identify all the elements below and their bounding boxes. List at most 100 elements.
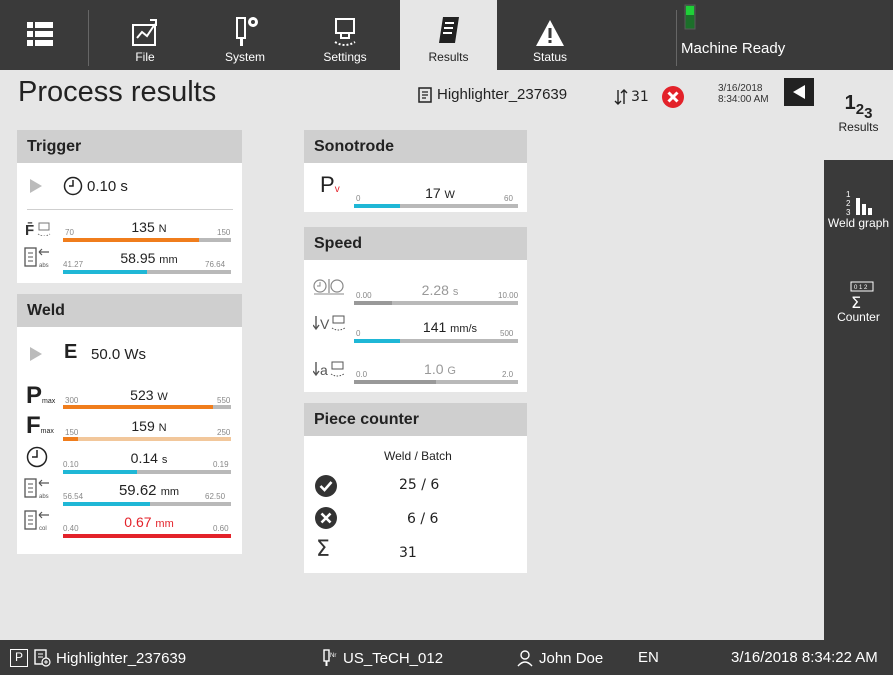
up-down-arrows-icon <box>614 89 628 105</box>
weld-card: Weld E 50.0 Ws Pmax 300 550 523 W Fmax 1… <box>17 294 242 554</box>
weld-col-unit: mm <box>155 518 174 530</box>
play-icon <box>30 179 42 193</box>
machine-status-area <box>678 0 824 70</box>
counter-ok-value: 25 / 6 <box>399 477 440 493</box>
speed-v-fill <box>354 339 400 343</box>
sidebar-item-weld-graph[interactable]: 123 Weld graph <box>824 188 893 258</box>
nav-separator <box>88 10 89 66</box>
velocity-icon: V <box>313 315 346 332</box>
sidebar-item-counter[interactable]: 0 1 2 Σ Counter <box>824 280 893 350</box>
footer-station: Nr US_TeCH_012 <box>320 649 443 667</box>
main-menu-button[interactable] <box>0 0 80 70</box>
results-icon <box>438 17 459 43</box>
clock-icon <box>26 446 48 468</box>
weld-pmax-number: 523 <box>130 387 154 403</box>
svg-text:Σ: Σ <box>851 293 861 310</box>
sidebar-results-label: Results <box>838 120 879 134</box>
footer-language[interactable]: EN <box>638 649 659 666</box>
sonotrode-card: Sonotrode Pv 0 60 17 W <box>304 130 527 212</box>
sidebar-counter-label: Counter <box>837 310 880 324</box>
result-date: 3/16/2018 <box>718 83 763 94</box>
tab-settings[interactable]: Settings <box>300 0 390 70</box>
speed-title: Speed <box>304 227 527 260</box>
sum-icon: Σ <box>316 537 330 562</box>
warning-icon <box>536 20 564 46</box>
tab-settings-label: Settings <box>323 50 367 64</box>
weld-fmax-fill <box>63 437 79 441</box>
power-v-letter: P <box>320 172 335 197</box>
weld-col-number: 0.67 <box>124 514 152 530</box>
speed-t-fill <box>354 301 392 305</box>
play-icon <box>30 347 42 361</box>
nav-separator <box>676 10 677 66</box>
distance-abs-icon: abs <box>24 478 49 500</box>
trigger-abs-number: 58.95 <box>120 250 156 266</box>
tab-status-label: Status <box>532 50 568 64</box>
previous-result-button[interactable] <box>784 78 814 106</box>
weld-time-value: 0.14 s <box>89 450 209 466</box>
weld-fmax-min: 150 <box>65 428 79 437</box>
weld-pmax-unit: W <box>157 391 168 403</box>
sidebar-item-results[interactable]: 123 Results <box>824 70 893 160</box>
trigger-abs-fill <box>63 270 147 274</box>
cycle-count: 31 <box>614 86 684 108</box>
weld-time-max: 0.19 <box>213 460 229 469</box>
counter-column-header: Weld / Batch <box>384 449 452 463</box>
weld-abs-value: 59.62 mm <box>89 482 209 499</box>
svg-text:col: col <box>39 526 47 532</box>
speed-v-value: 141 mm/s <box>390 319 510 335</box>
clock-icon <box>63 176 83 196</box>
speed-v-bar <box>354 339 518 343</box>
sonotrode-pv-max: 60 <box>504 194 513 203</box>
trigger-title: Trigger <box>17 130 242 163</box>
distance-col-icon: col <box>24 510 49 532</box>
svg-text:0 1 2: 0 1 2 <box>854 285 868 291</box>
document-icon <box>418 86 432 103</box>
weld-fmax-number: 159 <box>131 418 155 434</box>
weld-time-unit: s <box>161 454 168 466</box>
right-sidebar: 123 Results 123 Weld graph 0 1 2 Σ Counte… <box>824 70 893 640</box>
tab-results[interactable]: Results <box>400 0 497 70</box>
footer-user[interactable]: John Doe <box>516 649 603 667</box>
weld-fmax-value: 159 N <box>89 418 209 434</box>
weld-abs-fill <box>63 502 151 506</box>
weld-fmax-max: 250 <box>217 428 231 437</box>
tab-system-label: System <box>224 50 265 64</box>
piece-counter-card: Piece counter Weld / Batch 25 / 6 6 / 6 … <box>304 403 527 573</box>
tab-file[interactable]: File <box>100 0 190 70</box>
speed-t-value: 2.28 s <box>380 282 500 298</box>
speed-a-max: 2.0 <box>502 370 514 379</box>
speed-a-fill <box>354 380 436 384</box>
tab-system[interactable]: System <box>200 0 290 70</box>
sonotrode-pv-unit: W <box>444 189 455 201</box>
svg-text:abs: abs <box>39 494 49 500</box>
weld-energy-value: 50.0 Ws <box>91 346 147 363</box>
speed-t-max: 10.00 <box>498 291 519 300</box>
speed-a-unit: G <box>447 365 456 377</box>
weld-pmax-bar <box>63 405 231 409</box>
weld-fmax-bar <box>63 437 231 441</box>
footer-program-name: Highlighter_237639 <box>56 649 187 667</box>
svg-text:V: V <box>320 316 330 332</box>
page-title: Process results <box>18 76 217 108</box>
result-timestamp: 3/16/2018 8:34:00 AM <box>718 83 769 105</box>
speed-t-unit: s <box>452 286 459 298</box>
result-time: 8:34:00 AM <box>718 94 769 105</box>
status-light-icon <box>684 4 696 30</box>
weld-title: Weld <box>17 294 242 327</box>
cycle-count-text: 31 <box>631 89 649 105</box>
footer-program[interactable]: P Highlighter_237639 <box>10 649 186 667</box>
fmax-icon: Fmax <box>26 412 54 439</box>
svg-text:abs: abs <box>39 263 49 269</box>
trigger-abs-min: 41.27 <box>63 260 84 269</box>
file-icon <box>132 19 157 46</box>
speed-a-bar <box>354 380 518 384</box>
svg-text:a: a <box>320 362 328 378</box>
tab-status[interactable]: Status <box>505 0 595 70</box>
weld-col-bar <box>63 534 231 538</box>
counter-sum-icon: 0 1 2 Σ <box>850 281 873 310</box>
weld-col-fill <box>63 534 231 538</box>
sonotrode-title: Sonotrode <box>304 130 527 163</box>
error-icon <box>661 86 684 108</box>
program-name-text: Highlighter_237639 <box>437 86 568 103</box>
